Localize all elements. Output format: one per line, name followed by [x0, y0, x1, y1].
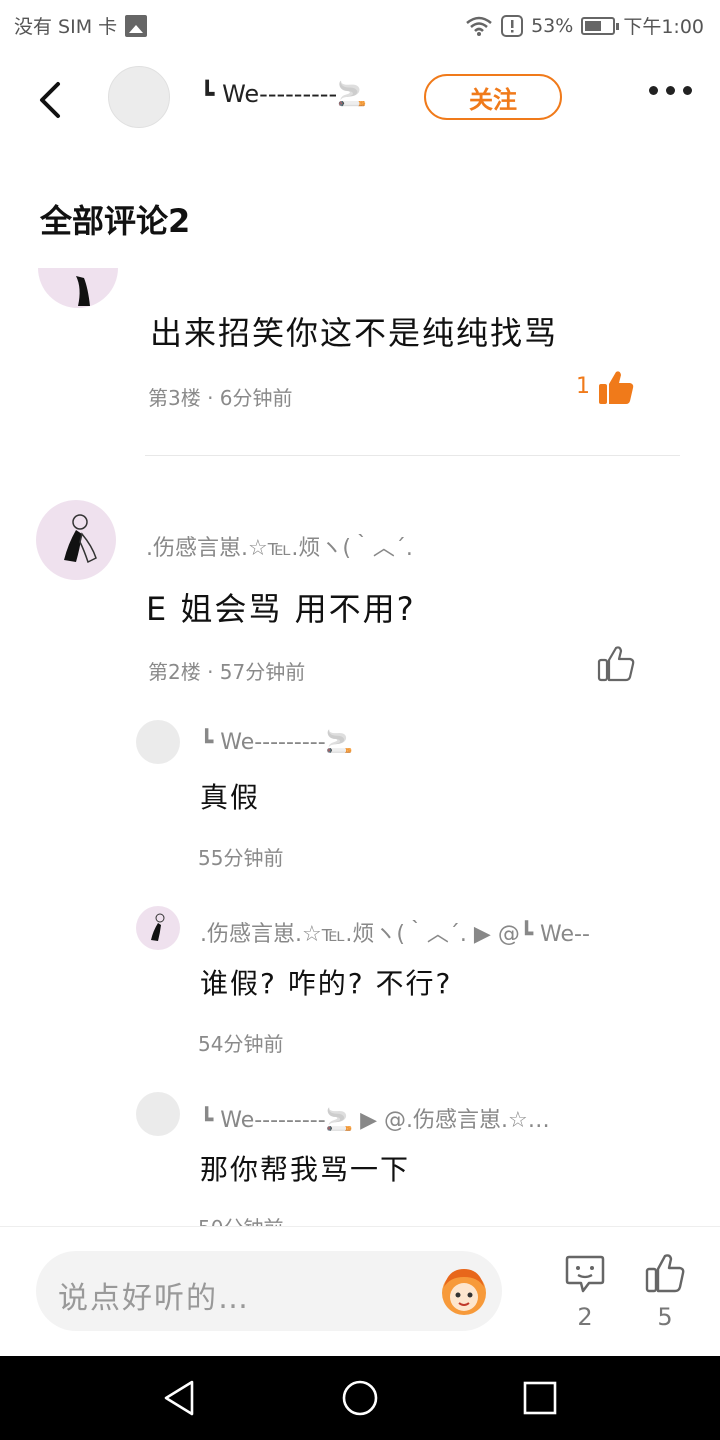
comment-input[interactable]: 说点好听的… [36, 1251, 502, 1331]
back-button[interactable] [30, 78, 74, 122]
comment-text: 出来招笑你这不是纯纯找骂 [150, 314, 559, 352]
comment-divider [145, 455, 680, 456]
user-figure-icon [76, 276, 90, 306]
thumbs-up-icon[interactable] [643, 1251, 687, 1295]
comment-list[interactable]: 出来招笑你这不是纯纯找骂 第3楼 · 6分钟前 1 .伤感言崽.☆℡.烦ヽ(｀︿… [0, 268, 720, 1226]
system-navigation-bar [0, 1356, 720, 1440]
reply-author-name[interactable]: ┗ We---------🚬 ▶ @.伤感言崽.☆… [200, 1102, 550, 1134]
reply-text: 那你帮我骂一下 [200, 1153, 411, 1186]
avatar[interactable] [136, 906, 180, 950]
nav-recents-icon[interactable] [518, 1376, 562, 1420]
more-options-button[interactable] [649, 86, 692, 95]
thumbs-up-icon[interactable] [596, 644, 636, 684]
author-avatar[interactable] [108, 66, 170, 128]
author-name[interactable]: ┗ We---------🚬 [200, 80, 367, 108]
reply-author-name[interactable]: ┗ We---------🚬 [200, 730, 353, 755]
like-count: 5 [657, 1303, 673, 1331]
sim-status: 没有 SIM 卡 [14, 16, 118, 38]
dot-icon [683, 86, 692, 95]
follow-button[interactable]: 关注 [424, 74, 562, 120]
comment-meta: 第2楼 · 57分钟前 [148, 660, 306, 684]
avatar[interactable] [136, 720, 180, 764]
comment-input-placeholder: 说点好听的… [58, 1281, 250, 1316]
alert-icon [501, 14, 524, 37]
avatar[interactable] [136, 1092, 180, 1136]
battery-level: 53% [531, 14, 574, 37]
comment-text: E 姐会骂 用不用? [146, 590, 416, 628]
nav-home-icon[interactable] [338, 1376, 382, 1420]
all-comments-title: 全部评论2 [40, 202, 191, 240]
user-figure-icon [151, 913, 165, 941]
post-header: ┗ We---------🚬 关注 [0, 50, 720, 146]
comment-meta: 第3楼 · 6分钟前 [148, 386, 293, 410]
dot-icon [666, 86, 675, 95]
wifi-icon [466, 16, 492, 36]
reply-meta: 55分钟前 [198, 846, 284, 870]
dot-icon [649, 86, 658, 95]
image-notification-icon [125, 14, 148, 37]
like-count: 1 [576, 374, 590, 399]
user-figure-icon [64, 514, 97, 564]
reply-meta: 50分钟前 [198, 1212, 283, 1226]
avatar[interactable] [38, 268, 118, 308]
avatar[interactable] [36, 500, 116, 580]
comment-input-bar: 说点好听的… 2 5 [0, 1226, 720, 1356]
nav-back-icon[interactable] [158, 1376, 202, 1420]
thumbs-up-filled-icon[interactable] [596, 368, 636, 408]
clock: 下午1:00 [623, 16, 704, 38]
comment-icon[interactable] [563, 1251, 607, 1295]
reply-author-name[interactable]: .伤感言崽.☆℡.烦ヽ(｀︿´. ▶ @┗ We-- [200, 916, 590, 948]
status-bar: 没有 SIM 卡 53% 下午1:00 [0, 0, 720, 50]
reply-text: 谁假? 咋的? 不行? [200, 967, 453, 1000]
reply-text: 真假 [200, 781, 261, 814]
battery-icon [581, 16, 620, 35]
reply-meta: 54分钟前 [198, 1032, 284, 1056]
emoji-button[interactable] [434, 1263, 494, 1319]
comment-count: 2 [577, 1303, 593, 1331]
commenter-name[interactable]: .伤感言崽.☆℡.烦ヽ(｀︿´. [146, 530, 413, 562]
